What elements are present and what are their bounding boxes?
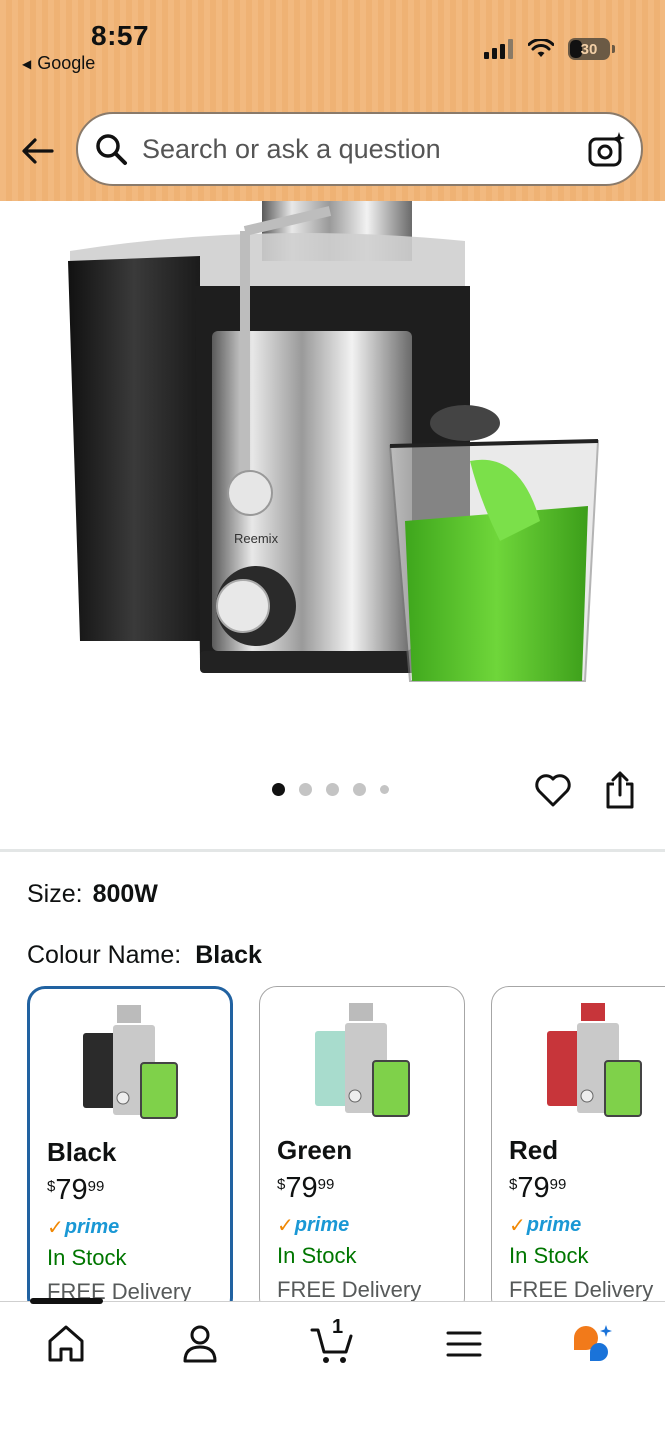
back-triangle-icon: ◀	[22, 56, 32, 71]
battery-icon: 30	[568, 38, 615, 60]
account-icon[interactable]	[178, 1322, 222, 1366]
delivery-info: FREE Delivery	[277, 1277, 422, 1302]
price-currency: $	[47, 1178, 56, 1195]
price-cents: 99	[317, 1176, 335, 1193]
delivery-info: FREE Delivery	[509, 1277, 654, 1302]
product-thumbnail	[547, 1003, 642, 1117]
price-currency: $	[509, 1176, 518, 1193]
prime-label: prime	[526, 1214, 582, 1236]
camera-search-icon[interactable]	[587, 130, 627, 170]
prime-check-icon: ✓	[47, 1217, 64, 1239]
colour-option-black[interactable]: Black $79 99 ✓ prime In Stock FREE Deliver…	[27, 986, 233, 1316]
colour-value: Black	[195, 941, 262, 969]
pager-dot[interactable]	[326, 783, 339, 796]
option-price: $79 99	[47, 1174, 104, 1207]
status-time: 8:57	[91, 20, 150, 51]
header: 8:57 ◀ Google 30 Search or ask a questio…	[0, 0, 665, 201]
bottom-nav: 1	[0, 1298, 665, 1440]
prime-label: prime	[64, 1216, 120, 1238]
image-pager	[272, 783, 389, 796]
size-selector: Size: 800W	[27, 880, 158, 909]
back-app-label: Google	[37, 53, 96, 73]
juicer-illustration: Reemix	[68, 201, 600, 682]
prime-badge: ✓ prime	[277, 1213, 349, 1238]
colour-label: Colour Name:	[27, 941, 182, 969]
size-value: 800W	[92, 880, 158, 908]
prime-badge: ✓ prime	[509, 1213, 581, 1238]
option-name: Red	[509, 1135, 559, 1165]
prime-label: prime	[294, 1214, 350, 1236]
rufus-icon[interactable]	[570, 1322, 614, 1366]
share-icon[interactable]	[602, 770, 638, 810]
price-whole: 79	[285, 1172, 318, 1204]
search-icon	[96, 134, 127, 165]
home-icon[interactable]	[44, 1322, 88, 1366]
search-placeholder: Search or ask a question	[142, 133, 441, 164]
option-name: Green	[277, 1135, 353, 1165]
active-tab-indicator	[30, 1298, 103, 1304]
price-currency: $	[277, 1176, 286, 1193]
signal-icon	[484, 39, 513, 59]
product-thumbnail	[315, 1003, 410, 1117]
heart-icon[interactable]	[533, 770, 573, 810]
pager-dot[interactable]	[353, 783, 366, 796]
option-price: $79 99	[277, 1172, 334, 1205]
stock-status: In Stock	[47, 1245, 127, 1270]
product-thumbnail	[83, 1005, 178, 1119]
prime-check-icon: ✓	[509, 1215, 526, 1237]
option-name: Black	[47, 1137, 117, 1167]
colour-options: Black $79 99 ✓ prime In Stock FREE Deliver…	[27, 986, 665, 1316]
size-label: Size:	[27, 880, 83, 908]
prime-badge: ✓ prime	[47, 1215, 119, 1240]
price-whole: 79	[517, 1172, 550, 1204]
pager-dot[interactable]	[380, 785, 389, 794]
price-cents: 99	[549, 1176, 567, 1193]
colour-selector: Colour Name: Black	[27, 941, 262, 970]
price-cents: 99	[87, 1178, 105, 1195]
back-to-app-link[interactable]: ◀ Google	[22, 53, 95, 74]
stock-status: In Stock	[277, 1243, 357, 1268]
back-arrow-icon[interactable]	[20, 133, 56, 169]
option-price: $79 99	[509, 1172, 566, 1205]
battery-level: 30	[580, 40, 598, 58]
wifi-icon	[528, 39, 554, 57]
menu-icon[interactable]	[442, 1322, 486, 1366]
stock-status: In Stock	[509, 1243, 589, 1268]
product-image[interactable]: Reemix	[0, 201, 665, 731]
colour-option-green[interactable]: Green $79 99 ✓ prime In Stock FREE Deliver…	[259, 986, 465, 1316]
colour-option-red[interactable]: Red $79 99 ✓ prime In Stock FREE Delivery	[491, 986, 665, 1316]
status-icons: 30	[484, 38, 615, 60]
cart-count: 1	[332, 1316, 344, 1338]
pager-dot[interactable]	[299, 783, 312, 796]
search-input[interactable]: Search or ask a question	[76, 112, 643, 186]
price-whole: 79	[55, 1174, 88, 1206]
prime-check-icon: ✓	[277, 1215, 294, 1237]
pager-dot[interactable]	[272, 783, 285, 796]
brand-text: Reemix	[234, 531, 279, 546]
section-divider	[0, 849, 665, 852]
